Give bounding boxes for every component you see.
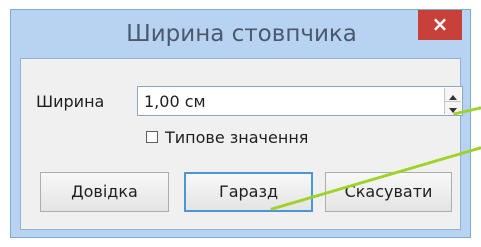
- screenshot-stage: Ширина стовпчика × Ширина 1,00 см Типове…: [0, 0, 481, 247]
- ok-button[interactable]: Гаразд: [184, 172, 313, 212]
- cancel-button[interactable]: Скасувати: [325, 172, 452, 212]
- spinner-down-button[interactable]: [445, 101, 461, 114]
- dialog-client: Ширина 1,00 см Типове значення Довідка Г…: [20, 58, 463, 230]
- default-value-checkbox[interactable]: [146, 131, 158, 143]
- default-value-label: Типове значення: [165, 128, 309, 147]
- width-value: 1,00 см: [144, 92, 206, 111]
- close-button[interactable]: ×: [418, 10, 462, 40]
- width-spinner[interactable]: [444, 88, 461, 114]
- width-input[interactable]: 1,00 см: [137, 86, 463, 116]
- help-button[interactable]: Довідка: [40, 172, 169, 212]
- spinner-down-icon: [449, 98, 457, 117]
- dialog-title: Ширина стовпчика: [126, 21, 357, 47]
- dialog-window: Ширина стовпчика × Ширина 1,00 см Типове…: [10, 9, 471, 238]
- width-label: Ширина: [36, 92, 105, 111]
- close-icon: ×: [431, 12, 449, 36]
